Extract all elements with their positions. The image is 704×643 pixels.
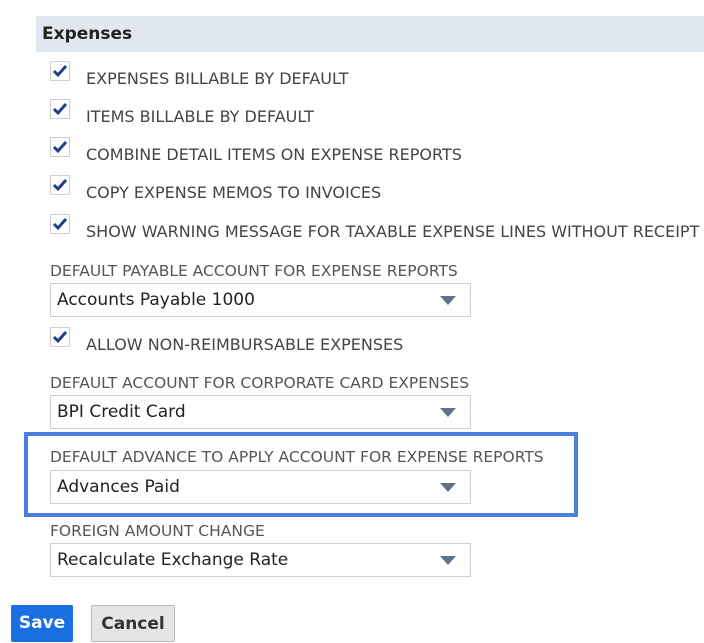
dropdown-arrow-icon[interactable] — [440, 408, 456, 417]
checkmark-icon — [52, 103, 68, 116]
dropdown-arrow-icon[interactable] — [440, 483, 456, 492]
checkbox-label: SHOW WARNING MESSAGE FOR TAXABLE EXPENSE… — [86, 222, 700, 241]
section-title: Expenses — [42, 24, 133, 44]
checkbox-label: COPY EXPENSE MEMOS TO INVOICES — [86, 183, 382, 202]
checkmark-icon — [52, 141, 68, 154]
checkbox-show-warning[interactable] — [50, 214, 70, 234]
default-payable-select[interactable]: Accounts Payable 1000 — [50, 283, 471, 317]
default-payable-label: DEFAULT PAYABLE ACCOUNT FOR EXPENSE REPO… — [50, 262, 458, 280]
checkmark-icon — [52, 331, 68, 344]
advance-account-label: DEFAULT ADVANCE TO APPLY ACCOUNT FOR EXP… — [50, 448, 544, 466]
checkmark-icon — [52, 218, 68, 231]
dropdown-arrow-icon[interactable] — [440, 296, 456, 305]
advance-account-select[interactable]: Advances Paid — [50, 470, 471, 504]
corporate-card-value: BPI Credit Card — [57, 402, 186, 422]
dropdown-arrow-icon[interactable] — [440, 556, 456, 565]
cancel-button[interactable]: Cancel — [91, 605, 175, 642]
checkbox-label: ALLOW NON-REIMBURSABLE EXPENSES — [86, 335, 404, 354]
foreign-amount-label: FOREIGN AMOUNT CHANGE — [50, 522, 265, 540]
section-header-expenses: Expenses — [36, 16, 704, 52]
foreign-amount-select[interactable]: Recalculate Exchange Rate — [50, 543, 471, 577]
checkbox-label: EXPENSES BILLABLE BY DEFAULT — [86, 69, 349, 88]
save-button[interactable]: Save — [11, 605, 73, 642]
foreign-amount-value: Recalculate Exchange Rate — [57, 550, 289, 570]
checkbox-copy-memos[interactable] — [50, 175, 70, 195]
checkbox-label: COMBINE DETAIL ITEMS ON EXPENSE REPORTS — [86, 145, 462, 164]
checkbox-expenses-billable[interactable] — [50, 61, 70, 81]
checkbox-label: ITEMS BILLABLE BY DEFAULT — [86, 107, 314, 126]
checkbox-non-reimbursable[interactable] — [50, 327, 70, 347]
checkbox-items-billable[interactable] — [50, 99, 70, 119]
checkmark-icon — [52, 65, 68, 78]
corporate-card-label: DEFAULT ACCOUNT FOR CORPORATE CARD EXPEN… — [50, 374, 470, 392]
checkbox-combine-detail[interactable] — [50, 137, 70, 157]
checkmark-icon — [52, 179, 68, 192]
default-payable-value: Accounts Payable 1000 — [57, 290, 255, 310]
corporate-card-select[interactable]: BPI Credit Card — [50, 395, 471, 429]
advance-account-value: Advances Paid — [57, 477, 180, 497]
